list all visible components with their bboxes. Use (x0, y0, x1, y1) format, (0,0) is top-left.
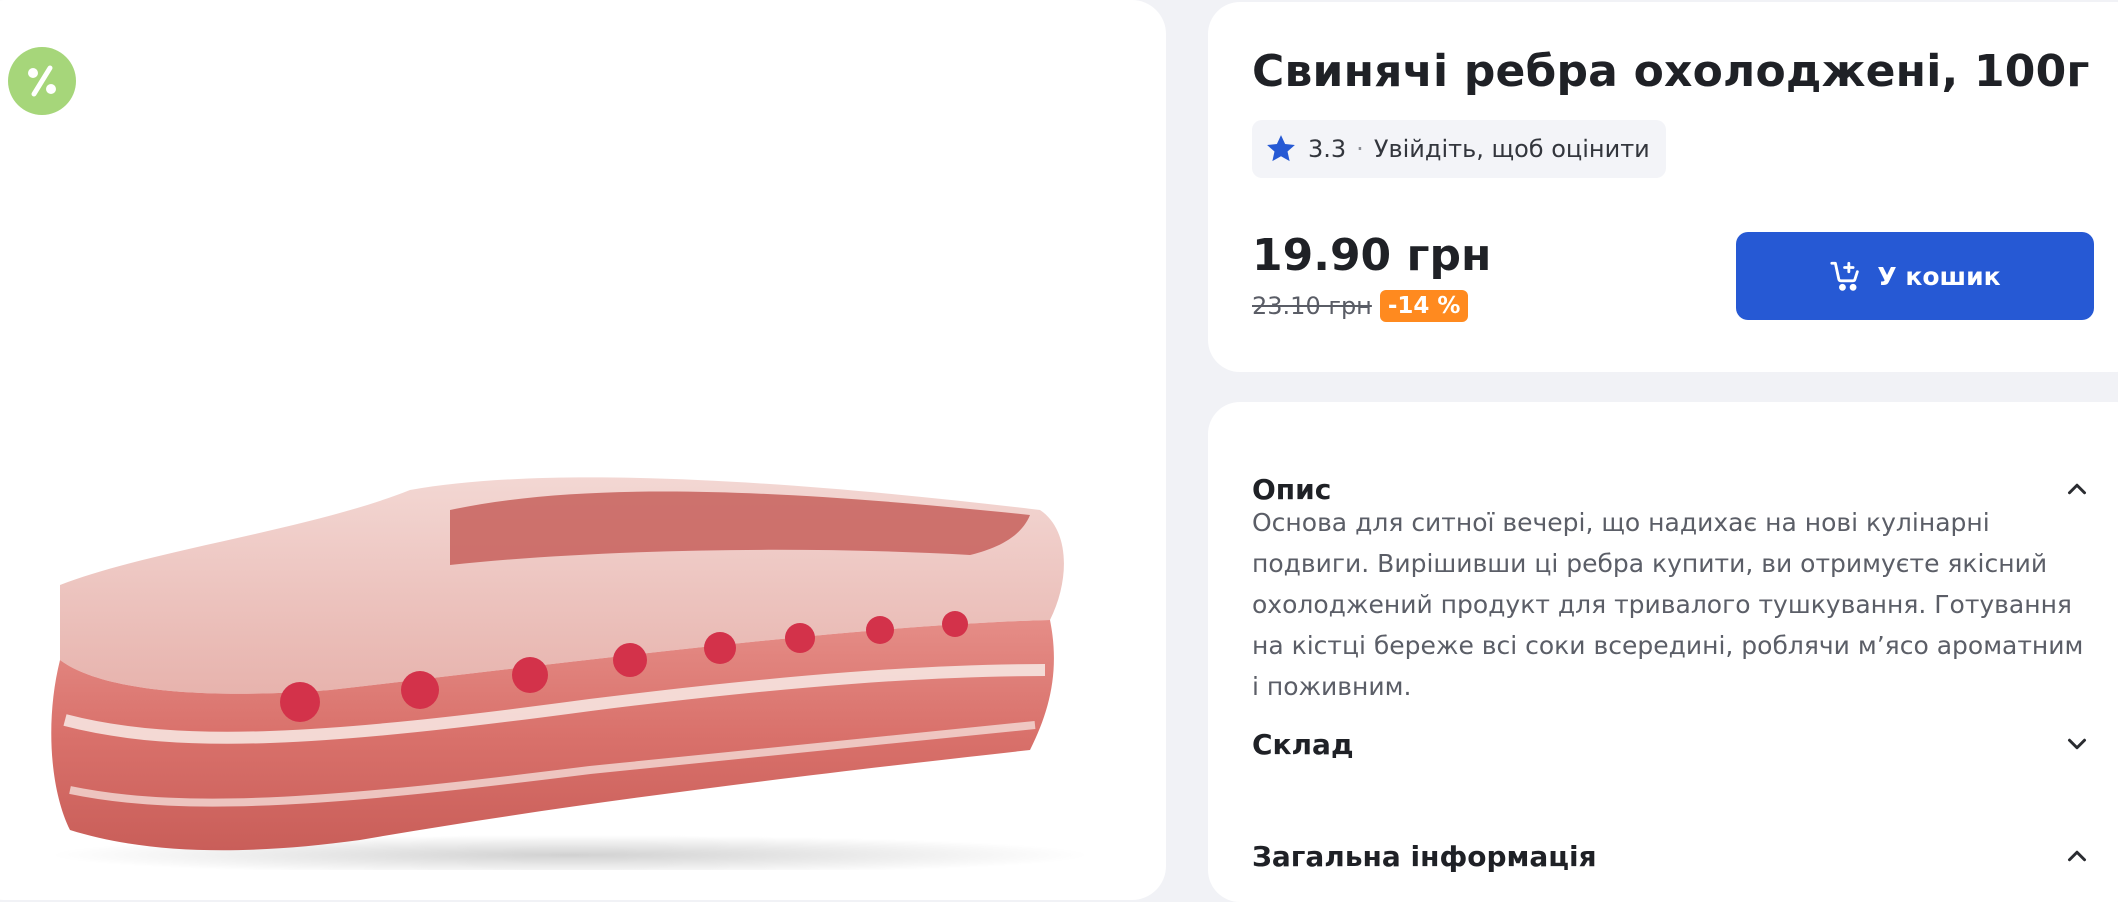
section-title-composition: Склад (1252, 727, 1354, 761)
cart-add-icon (1830, 261, 1860, 291)
rating-login-prompt[interactable]: Увійдіть, щоб оцінити (1374, 135, 1650, 163)
old-price: 23.10 грн (1252, 292, 1372, 320)
percent-icon (28, 65, 56, 97)
star-icon (1267, 135, 1295, 162)
section-header-composition[interactable]: Склад (1252, 719, 2092, 769)
product-title: Свинячі ребра охолоджені, 100г (1252, 46, 2090, 97)
rating-chip[interactable]: 3.3 · Увійдіть, щоб оцінити (1252, 120, 1666, 178)
rating-value: 3.3 (1308, 135, 1347, 163)
product-image-card (0, 0, 1166, 900)
discount-badge (8, 47, 76, 115)
section-header-general-info[interactable]: Загальна інформація (1252, 831, 2092, 881)
discount-percent-badge: -14 % (1379, 290, 1469, 322)
section-title-general-info: Загальна інформація (1252, 839, 1597, 873)
current-price: 19.90 грн (1252, 230, 1492, 281)
old-price-row: 23.10 грн -14 % (1252, 290, 1469, 322)
section-title-description: Опис (1252, 472, 1332, 506)
product-details-card: Опис Основа для ситної вечері, що надиха… (1208, 402, 2118, 902)
rating-separator: · (1356, 135, 1364, 163)
product-description: Основа для ситної вечері, що надихає на … (1252, 508, 2084, 701)
add-to-cart-label: У кошик (1877, 261, 2001, 291)
chevron-up-icon[interactable] (2062, 474, 2092, 504)
pork-ribs-image (50, 477, 1090, 870)
chevron-down-icon[interactable] (2062, 729, 2092, 759)
add-to-cart-button[interactable]: У кошик (1736, 232, 2094, 320)
product-info-card: Свинячі ребра охолоджені, 100г 3.3 · Уві… (1208, 2, 2118, 372)
